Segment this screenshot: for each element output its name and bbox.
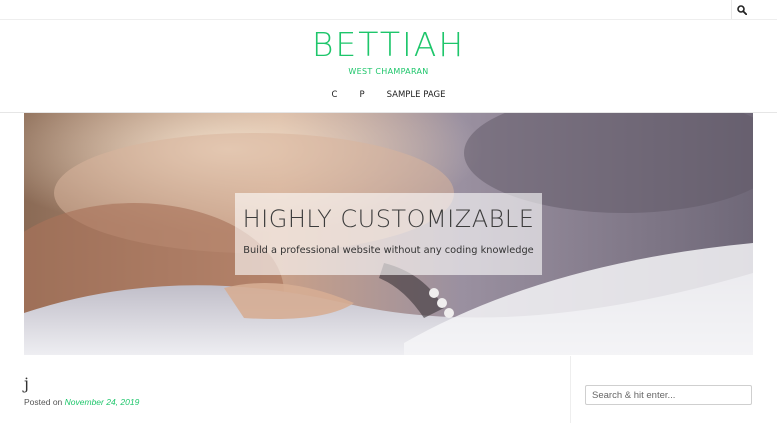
hero-title: HIGHLY CUSTOMIZABLE [242, 205, 535, 233]
post-meta: Posted on November 24, 2019 [24, 397, 139, 407]
sidebar-search-input[interactable] [585, 385, 752, 405]
post-title[interactable]: j [24, 374, 29, 393]
post-date-link[interactable]: November 24, 2019 [65, 397, 140, 407]
search-icon [737, 4, 747, 15]
nav-item-sample-page[interactable]: SAMPLE PAGE [376, 90, 457, 100]
posted-on-label: Posted on [24, 397, 63, 407]
site-title[interactable]: BETTIAH [0, 25, 777, 65]
header-search-button[interactable] [732, 0, 752, 19]
main-navigation: C P SAMPLE PAGE [0, 88, 777, 102]
nav-item-c[interactable]: C [321, 90, 349, 100]
sidebar-divider [570, 356, 571, 423]
hero-caption-box: HIGHLY CUSTOMIZABLE Build a professional… [235, 193, 542, 275]
nav-item-p[interactable]: P [348, 90, 375, 100]
hero-slider: HIGHLY CUSTOMIZABLE Build a professional… [24, 113, 753, 355]
top-bar [0, 0, 777, 20]
site-tagline: WEST CHAMPARAN [348, 67, 429, 76]
hero-subtitle: Build a professional website without any… [243, 245, 534, 256]
